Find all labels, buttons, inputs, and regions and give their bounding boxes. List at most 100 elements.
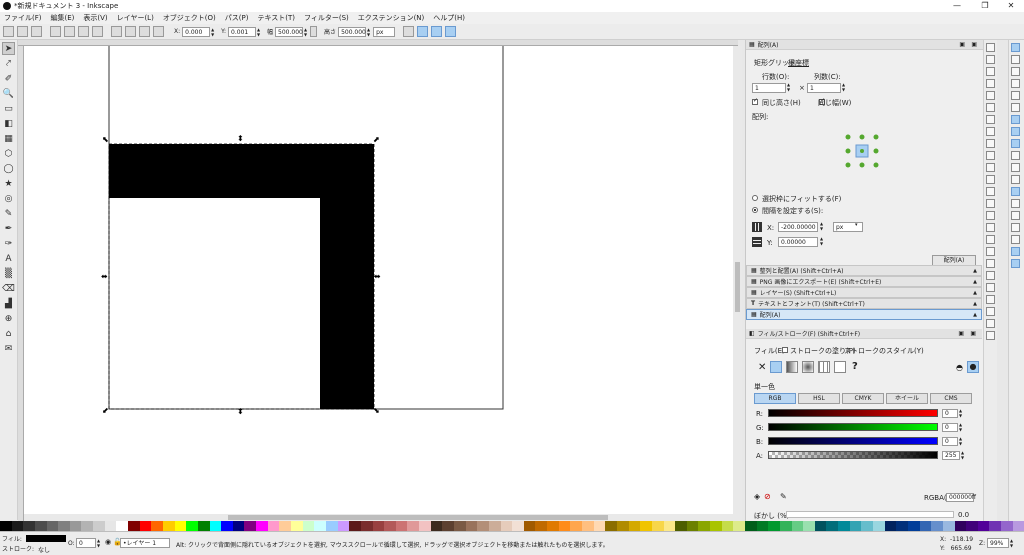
spray-tool-icon[interactable]: ▒ [2, 267, 15, 280]
maximize-button[interactable]: ❐ [972, 0, 998, 12]
flip-vertical-icon[interactable] [92, 26, 103, 37]
snap-bbox-icon[interactable] [1011, 55, 1020, 64]
palette-swatch[interactable] [698, 521, 711, 531]
palette-swatch[interactable] [360, 521, 373, 531]
lower-icon[interactable] [125, 26, 136, 37]
palette-swatch[interactable] [104, 521, 117, 531]
palette-swatch[interactable] [628, 521, 641, 531]
scale-handle-n-icon[interactable]: ⬍ [237, 135, 244, 143]
palette-swatch[interactable] [384, 521, 396, 531]
tab-cms[interactable]: CMS [930, 393, 972, 404]
menu-view[interactable]: 表示(V) [83, 13, 107, 23]
zoom-drawing-icon[interactable] [986, 187, 995, 196]
ellipse-tool-icon[interactable]: ◯ [2, 162, 15, 175]
red-spinner[interactable]: ▲ ▼ [959, 408, 962, 418]
snap-center-icon[interactable] [1011, 199, 1020, 208]
palette-swatch[interactable] [814, 521, 827, 531]
zoom-tool-icon[interactable]: 🔍 [2, 87, 15, 100]
palette-swatch[interactable] [535, 521, 548, 531]
palette-swatch[interactable] [302, 521, 315, 531]
duplicate-icon[interactable] [986, 211, 995, 220]
palette-swatch[interactable] [523, 521, 536, 531]
zoom-field[interactable]: 99% [987, 538, 1009, 548]
palette-swatch[interactable] [465, 521, 478, 531]
set-spacing-radio[interactable] [752, 207, 758, 213]
red-value[interactable]: 0 [942, 409, 958, 418]
swatch-icon[interactable] [834, 361, 846, 373]
preferences-icon[interactable] [986, 319, 995, 328]
snap-toggle-icon[interactable] [1011, 43, 1020, 52]
palette-swatch[interactable] [849, 521, 862, 531]
star-tool-icon[interactable]: ★ [2, 177, 15, 190]
expand-icon[interactable]: ▲ [973, 268, 977, 274]
palette-swatch[interactable] [733, 521, 745, 531]
spacing-y-spinner[interactable]: ▲ ▼ [820, 236, 823, 246]
alpha-value[interactable]: 255 [942, 451, 960, 460]
undo-icon[interactable] [986, 115, 995, 124]
clone-icon[interactable] [986, 223, 995, 232]
palette-swatch[interactable] [1001, 521, 1013, 531]
deselect-icon[interactable] [31, 26, 42, 37]
blue-slider[interactable] [768, 437, 938, 445]
scale-handle-e-icon[interactable]: ⬌ [374, 273, 381, 281]
select-all-layers-icon[interactable] [17, 26, 28, 37]
scale-handle-se-icon[interactable]: ⬊ [373, 407, 380, 415]
palette-swatch[interactable] [267, 521, 280, 531]
palette-swatch[interactable] [756, 521, 769, 531]
group-icon[interactable] [986, 247, 995, 256]
palette-swatch[interactable] [861, 521, 874, 531]
tab-cmyk[interactable]: CMYK [842, 393, 884, 404]
palette-swatch[interactable] [954, 521, 967, 531]
tab-hsl[interactable]: HSL [798, 393, 840, 404]
polygon-tool-icon[interactable]: ⬡ [2, 147, 15, 160]
snap-path-icon[interactable] [1011, 127, 1020, 136]
palette-swatch[interactable] [0, 521, 12, 531]
radial-gradient-icon[interactable] [802, 361, 814, 373]
palette-swatch[interactable] [873, 521, 885, 531]
snap-smooth-icon[interactable] [1011, 163, 1020, 172]
palette-swatch[interactable] [640, 521, 652, 531]
unit-select[interactable]: px [373, 26, 396, 37]
palette-swatch[interactable] [209, 521, 222, 531]
tab-rgb[interactable]: RGB [754, 393, 796, 404]
rect-tool-icon[interactable]: ◧ [2, 117, 15, 130]
palette-swatch[interactable] [221, 521, 233, 531]
palette-swatch[interactable] [407, 521, 420, 531]
rgba-field[interactable]: 000000ff [946, 493, 976, 502]
palette-swatch[interactable] [337, 521, 350, 531]
palette-swatch[interactable] [11, 521, 24, 531]
snap-midpoint-icon[interactable] [1011, 175, 1020, 184]
layer-visibility-icon[interactable]: ◉ [105, 538, 111, 546]
dock-text-font[interactable]: T テキストとフォント(T) (Shift+Ctrl+T) ▲ [746, 298, 982, 309]
tweak-tool-icon[interactable]: ✐ [2, 72, 15, 85]
palette-swatch[interactable] [314, 521, 326, 531]
palette-swatch[interactable] [442, 521, 454, 531]
dock-align[interactable]: ▦ 整列と配置(A) (Shift+Ctrl+A) ▲ [746, 265, 982, 276]
new-document-icon[interactable] [986, 43, 995, 52]
cols-spinner[interactable]: ▲ ▼ [842, 82, 845, 92]
node-tool-icon[interactable]: ⤤ [2, 57, 15, 70]
palette-swatch[interactable] [34, 521, 47, 531]
snap-bbox-center-icon[interactable] [1011, 103, 1020, 112]
snap-grid-icon[interactable] [1011, 247, 1020, 256]
expand-icon[interactable]: ▲ [973, 301, 977, 307]
palette-swatch[interactable] [605, 521, 617, 531]
zoom-selection-icon[interactable] [986, 175, 995, 184]
palette-swatch[interactable] [512, 521, 524, 531]
palette-swatch[interactable] [616, 521, 629, 531]
move-gradients-icon[interactable] [431, 26, 443, 37]
menu-help[interactable]: ヘルプ(H) [433, 13, 465, 23]
green-spinner[interactable]: ▲ ▼ [959, 422, 962, 432]
palette-swatch[interactable] [279, 521, 292, 531]
gradient-tool-icon[interactable]: ⊕ [2, 312, 15, 325]
palette-swatch[interactable] [197, 521, 210, 531]
equal-height-checkbox[interactable] [752, 97, 758, 105]
snap-page-icon[interactable] [1011, 235, 1020, 244]
align-icon[interactable] [986, 307, 995, 316]
palette-swatch[interactable] [453, 521, 466, 531]
palette-swatch[interactable] [162, 521, 175, 531]
fill-indicator[interactable] [26, 535, 66, 542]
dock-layers[interactable]: ▦ レイヤー(S) (Shift+Ctrl+L) ▲ [746, 287, 982, 298]
expand-icon[interactable]: ▲ [973, 279, 977, 285]
opacity-field[interactable]: 0 [76, 538, 96, 548]
